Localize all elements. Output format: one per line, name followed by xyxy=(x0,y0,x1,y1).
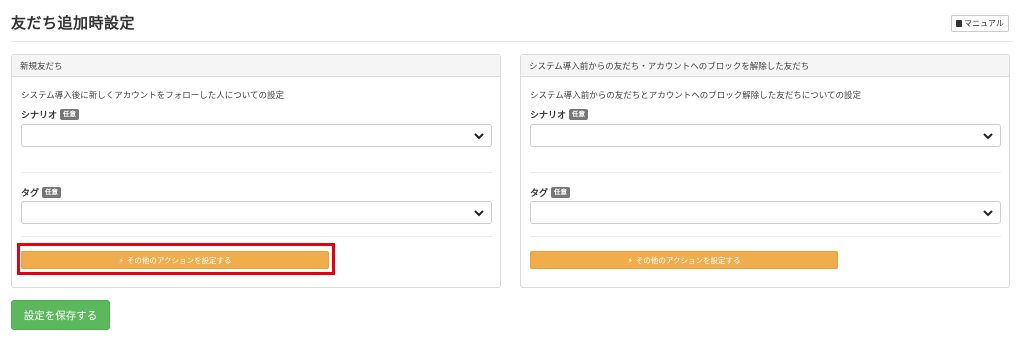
tag-label: タグ 任意 xyxy=(21,186,62,199)
page-title: 友だち追加時設定 xyxy=(11,14,136,32)
manual-label: マニュアル xyxy=(964,19,1004,28)
tag-label-text: タグ xyxy=(530,189,549,199)
other-actions-button[interactable]: ⚡ その他のアクションを設定する xyxy=(530,251,838,269)
chevron-down-icon xyxy=(474,133,484,140)
optional-badge: 任意 xyxy=(569,109,589,120)
optional-badge: 任意 xyxy=(60,109,80,120)
scenario-label: シナリオ 任意 xyxy=(21,108,80,121)
optional-badge: 任意 xyxy=(42,187,62,198)
other-actions-button[interactable]: ⚡ その他のアクションを設定する xyxy=(21,251,329,269)
panel-heading: 新規友だち xyxy=(12,55,500,77)
section-divider xyxy=(530,236,1001,237)
chevron-down-icon xyxy=(983,210,993,217)
scenario-select[interactable] xyxy=(21,124,492,147)
chevron-down-icon xyxy=(983,133,993,140)
panel-new-friends: 新規友だち システム導入後に新しくアカウントをフォローした人についての設定 シナ… xyxy=(11,54,501,288)
bolt-icon: ⚡ xyxy=(118,255,124,265)
title-divider xyxy=(11,41,1013,42)
panel-existing-friends: システム導入前からの友だち・アカウントへのブロックを解除した友だち システム導入… xyxy=(520,54,1010,288)
panel-description: システム導入前からの友だちとアカウントへのブロック解除した友だちについての設定 xyxy=(530,91,861,101)
tag-label-text: タグ xyxy=(21,189,40,199)
chevron-down-icon xyxy=(474,210,484,217)
optional-badge: 任意 xyxy=(551,187,571,198)
scenario-select[interactable] xyxy=(530,124,1001,147)
panel-heading: システム導入前からの友だち・アカウントへのブロックを解除した友だち xyxy=(521,55,1009,77)
scenario-label-text: シナリオ xyxy=(530,111,567,121)
manual-button[interactable]: マニュアル xyxy=(951,15,1009,32)
tag-select[interactable] xyxy=(530,201,1001,224)
section-divider xyxy=(530,172,1001,173)
section-divider xyxy=(21,172,492,173)
tag-label: タグ 任意 xyxy=(530,186,571,199)
other-actions-label: その他のアクションを設定する xyxy=(635,255,741,265)
bolt-icon: ⚡ xyxy=(627,255,633,265)
panel-description: システム導入後に新しくアカウントをフォローした人についての設定 xyxy=(21,91,284,101)
other-actions-label: その他のアクションを設定する xyxy=(126,255,232,265)
book-icon xyxy=(956,20,963,27)
tag-select[interactable] xyxy=(21,201,492,224)
scenario-label: シナリオ 任意 xyxy=(530,108,589,121)
section-divider xyxy=(21,236,492,237)
save-settings-button[interactable]: 設定を保存する xyxy=(11,300,110,330)
scenario-label-text: シナリオ xyxy=(21,111,58,121)
